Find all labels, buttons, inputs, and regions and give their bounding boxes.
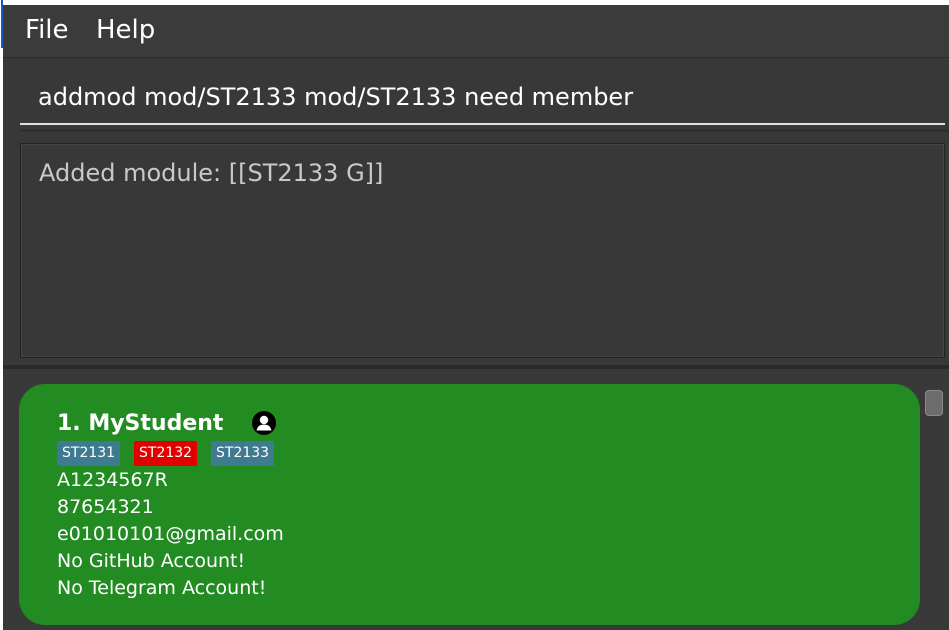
module-tag: ST2132 <box>134 441 198 466</box>
person-icon <box>252 411 276 435</box>
app-window: File Help Added module: [[ST2133 G]] 1. … <box>3 5 949 630</box>
student-id: A1234567R <box>57 469 168 491</box>
person-name: 1. MyStudent <box>57 411 224 436</box>
module-tag: ST2131 <box>57 441 121 466</box>
telegram-account: No Telegram Account! <box>57 577 267 599</box>
person-list-panel[interactable]: 1. MyStudent ST2131 ST2132 ST2133 A12345… <box>3 369 949 630</box>
command-divider <box>20 129 949 132</box>
menu-file[interactable]: File <box>25 15 69 45</box>
email-address: e01010101@gmail.com <box>57 523 284 545</box>
result-display: Added module: [[ST2133 G]] <box>20 143 945 358</box>
menu-bar: File Help <box>3 5 949 58</box>
person-card[interactable]: 1. MyStudent ST2131 ST2132 ST2133 A12345… <box>19 384 920 625</box>
command-input[interactable] <box>20 73 945 121</box>
command-box <box>20 73 945 125</box>
phone-number: 87654321 <box>57 496 154 518</box>
result-message: Added module: [[ST2133 G]] <box>39 159 384 187</box>
menu-help[interactable]: Help <box>96 15 155 45</box>
scrollbar-thumb[interactable] <box>925 390 943 416</box>
github-account: No GitHub Account! <box>57 550 246 572</box>
module-tag: ST2133 <box>211 441 275 466</box>
